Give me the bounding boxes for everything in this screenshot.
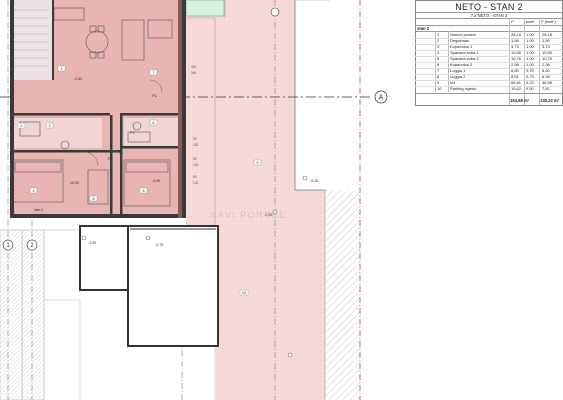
total-pkoef: 130,22 m² [540, 98, 560, 103]
row-weighted-area: 7,81 [542, 86, 550, 91]
dimension-label: 120 [193, 143, 199, 147]
col-header-koef: koef. [526, 19, 535, 24]
watermark: NAVI PORTRE [210, 210, 287, 220]
dimension-label: 240 [191, 71, 197, 75]
total-p: 154,68 m² [510, 98, 530, 103]
row-name: Parking mjesto [450, 86, 477, 91]
room-number: 10 [242, 290, 247, 295]
col-header-pkoef: P (koef.) [541, 19, 556, 24]
apartment-interior [10, 0, 186, 218]
area-table: NETO - STAN 2 7.2 NETO - STAN 2 P koef. … [415, 0, 563, 106]
dimension-label: 90 [193, 175, 197, 179]
row-number: 10 [437, 86, 442, 91]
fixture-label: P1 [152, 93, 158, 98]
axis-letter: A [379, 95, 384, 102]
dimension-label: 90 [193, 137, 197, 141]
row-area: 15,62 [511, 86, 522, 91]
level-mark: -2,75 [155, 243, 163, 247]
level-mark: -0,05 [152, 179, 160, 183]
level-mark: ±0,00 [70, 181, 79, 185]
table-divider [415, 25, 563, 26]
level-mark: -0,35 [310, 179, 318, 183]
dimension-label: 120 [193, 163, 199, 167]
level-mark: -2,95 [88, 241, 96, 245]
table-title: NETO - STAN 2 [455, 2, 523, 12]
level-mark: -2,60 [74, 77, 82, 81]
dimension-label: 90 [193, 157, 197, 161]
col-header-p: P [511, 19, 514, 24]
fixture-label: P1 [108, 156, 114, 161]
dimension-label: 300 [191, 65, 197, 69]
row-coefficient: 0,50 [526, 86, 534, 91]
unit-label: stan 2 [34, 208, 43, 212]
fixture-label: P2 [130, 130, 136, 135]
basement-rooms [79, 225, 219, 347]
dimension-label: 120 [193, 181, 199, 185]
table-divider [415, 93, 563, 94]
table-row: 10 Parking mjesto 15,62 0,50 7,81 [415, 86, 563, 92]
